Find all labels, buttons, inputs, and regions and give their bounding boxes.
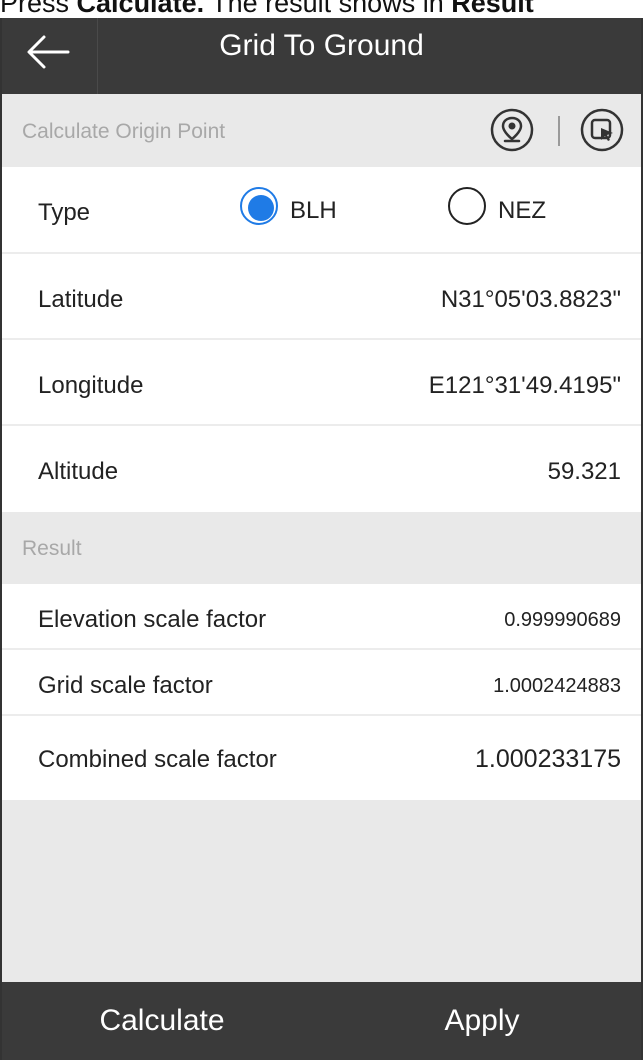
radio-circle-blh: [240, 187, 278, 225]
caption-prefix: Press: [0, 0, 77, 18]
select-point-icon: [580, 108, 624, 152]
combined-scale-factor-label: Combined scale factor: [38, 746, 277, 773]
instruction-caption: Press Calculate. The result shows in Res…: [0, 0, 643, 18]
latitude-label: Latitude: [38, 286, 124, 313]
longitude-row[interactable]: Longitude E121°31'49.4195": [2, 340, 641, 426]
combined-scale-factor-value: 1.000233175: [475, 745, 621, 773]
caption-bold-result: Result: [451, 0, 534, 18]
grid-scale-factor-row: Grid scale factor 1.0002424883: [2, 650, 641, 716]
caption-bold-calculate: Calculate.: [76, 0, 205, 18]
elevation-scale-factor-row: Elevation scale factor 0.999990689: [2, 584, 641, 650]
elevation-scale-factor-value: 0.999990689: [504, 609, 621, 631]
combined-scale-factor-row: Combined scale factor 1.000233175: [2, 716, 641, 800]
result-section-header: Result: [2, 512, 641, 584]
altitude-value[interactable]: 59.321: [548, 458, 621, 486]
radio-blh[interactable]: BLH: [240, 187, 360, 231]
map-pin-icon: [490, 108, 534, 152]
result-section-label: Result: [22, 537, 82, 560]
radio-label-blh: BLH: [290, 197, 337, 224]
altitude-row[interactable]: Altitude 59.321: [2, 426, 641, 512]
altitude-label: Altitude: [38, 458, 119, 485]
radio-label-nez: NEZ: [498, 197, 546, 224]
caption-middle: The result shows in: [204, 0, 452, 18]
grid-scale-factor-label: Grid scale factor: [38, 672, 213, 699]
apply-button[interactable]: Apply: [322, 982, 642, 1060]
radio-circle-nez: [448, 187, 486, 225]
select-point-button[interactable]: [580, 108, 624, 152]
origin-section-header: Calculate Origin Point: [2, 94, 641, 167]
origin-section-label: Calculate Origin Point: [22, 120, 226, 143]
latitude-row[interactable]: Latitude N31°05'03.8823": [2, 254, 641, 340]
radio-nez[interactable]: NEZ: [448, 187, 568, 231]
radio-selected-dot: [248, 195, 274, 221]
longitude-value[interactable]: E121°31'49.4195": [429, 372, 621, 400]
longitude-label: Longitude: [38, 372, 144, 399]
type-row: Type BLH NEZ: [2, 167, 641, 254]
calculate-button[interactable]: Calculate: [2, 982, 322, 1060]
type-label: Type: [38, 199, 91, 226]
page-title: Grid To Ground: [219, 29, 424, 62]
footer-bar: Calculate Apply: [2, 982, 641, 1060]
icon-divider: [558, 116, 560, 146]
latitude-value[interactable]: N31°05'03.8823": [441, 286, 621, 314]
app-screen: Grid To Ground Calculate Origin Point Ty…: [0, 18, 643, 1060]
grid-scale-factor-value: 1.0002424883: [493, 675, 621, 697]
locate-point-button[interactable]: [490, 108, 534, 152]
elevation-scale-factor-label: Elevation scale factor: [38, 606, 267, 633]
header-bar: Grid To Ground: [2, 18, 641, 94]
